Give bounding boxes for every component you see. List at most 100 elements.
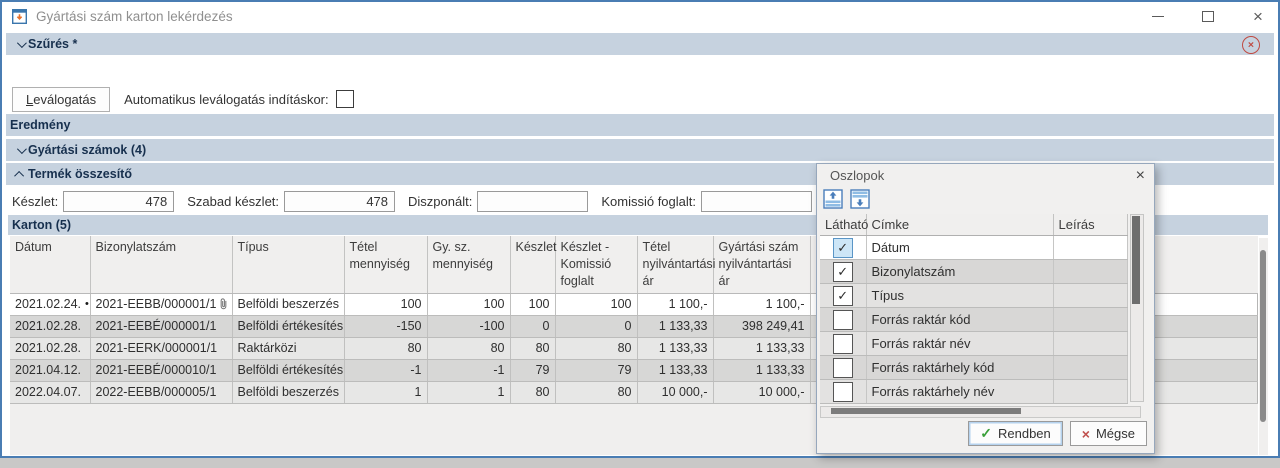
commission-input[interactable] xyxy=(701,191,812,212)
result-section-header[interactable]: Eredmény xyxy=(6,114,1274,136)
stock-cell[interactable]: 100 xyxy=(510,293,555,315)
description-cell[interactable] xyxy=(1053,236,1127,260)
columns-list-row[interactable]: ✓Dátum xyxy=(820,236,1127,260)
checkbox-unchecked-icon[interactable] xyxy=(833,382,853,402)
serial-book-price-cell[interactable]: 1 133,33 xyxy=(713,359,810,381)
caption-cell[interactable]: Forrás raktárhely kód xyxy=(866,356,1053,380)
type-cell[interactable]: Belföldi értékesítés xyxy=(232,315,344,337)
item-book-price-cell[interactable]: 1 133,33 xyxy=(637,359,713,381)
columns-list-vertical-scrollbar[interactable] xyxy=(1130,214,1144,402)
stock-minus-commission-cell[interactable]: 0 xyxy=(555,315,637,337)
stock-minus-commission-cell[interactable]: 79 xyxy=(555,359,637,381)
clear-filter-button[interactable]: × xyxy=(1242,36,1260,54)
columns-list-row[interactable]: ✓ Típus xyxy=(820,284,1127,308)
columns-list-row[interactable]: Forrás raktár név xyxy=(820,332,1127,356)
checkbox-checked-icon[interactable]: ✓ xyxy=(833,286,853,306)
stock-input[interactable] xyxy=(63,191,174,212)
column-header[interactable]: Gyártási szám nyilvántartási ár xyxy=(713,236,810,293)
document-number-cell[interactable]: 2021-EEBÉ/000001/1 xyxy=(90,315,232,337)
document-number-cell[interactable]: 2021-EEBÉ/000010/1 xyxy=(90,359,232,381)
ellipsis-icon[interactable]: ••• xyxy=(85,298,90,310)
serial-qty-cell[interactable]: -100 xyxy=(427,315,510,337)
caption-cell[interactable]: Forrás raktárhely név xyxy=(866,380,1053,404)
columns-list-row[interactable]: Forrás raktárhely kód xyxy=(820,356,1127,380)
column-header[interactable]: Készlet - Komissió foglalt xyxy=(555,236,637,293)
item-qty-cell[interactable]: 100 xyxy=(344,293,427,315)
stock-cell[interactable]: 80 xyxy=(510,381,555,403)
description-cell[interactable] xyxy=(1053,332,1127,356)
caption-column-header[interactable]: Címke xyxy=(866,214,1053,236)
serial-book-price-cell[interactable]: 10 000,- xyxy=(713,381,810,403)
serial-qty-cell[interactable]: -1 xyxy=(427,359,510,381)
move-column-down-icon[interactable] xyxy=(849,188,871,210)
column-header[interactable]: Készlet xyxy=(510,236,555,293)
item-book-price-cell[interactable]: 1 100,- xyxy=(637,293,713,315)
item-book-price-cell[interactable]: 1 133,33 xyxy=(637,337,713,359)
columns-list-row[interactable]: Forrás raktár kód xyxy=(820,308,1127,332)
column-header[interactable]: Dátum xyxy=(10,236,90,293)
visible-column-header[interactable]: Látható xyxy=(820,214,866,236)
item-book-price-cell[interactable]: 10 000,- xyxy=(637,381,713,403)
stock-minus-commission-cell[interactable]: 100 xyxy=(555,293,637,315)
visible-cell[interactable]: ✓ xyxy=(820,284,866,308)
serial-book-price-cell[interactable]: 398 249,41 xyxy=(713,315,810,337)
description-cell[interactable] xyxy=(1053,260,1127,284)
paperclip-icon[interactable] xyxy=(216,297,228,311)
auto-select-checkbox[interactable] xyxy=(336,90,354,108)
date-cell[interactable]: 2022.04.07. xyxy=(10,381,90,403)
checkbox-checked-icon[interactable]: ✓ xyxy=(833,262,853,282)
stock-cell[interactable]: 79 xyxy=(510,359,555,381)
visible-cell[interactable]: ✓ xyxy=(820,260,866,284)
serial-book-price-cell[interactable]: 1 133,33 xyxy=(713,337,810,359)
visible-cell[interactable]: ✓ xyxy=(820,236,866,260)
serial-qty-cell[interactable]: 80 xyxy=(427,337,510,359)
document-number-cell[interactable]: 2022-EEBB/000005/1 xyxy=(90,381,232,403)
type-cell[interactable]: Raktárközi xyxy=(232,337,344,359)
move-column-up-icon[interactable] xyxy=(822,188,844,210)
caption-cell[interactable]: Forrás raktár név xyxy=(866,332,1053,356)
checkbox-unchecked-icon[interactable] xyxy=(833,358,853,378)
maximize-button[interactable] xyxy=(1198,6,1218,28)
columns-list-horizontal-scrollbar[interactable] xyxy=(820,406,1141,418)
type-cell[interactable]: Belföldi beszerzés xyxy=(232,381,344,403)
cancel-button[interactable]: × Mégse xyxy=(1070,421,1147,446)
filter-section-header[interactable]: Szűrés * × xyxy=(6,33,1274,55)
stock-minus-commission-cell[interactable]: 80 xyxy=(555,337,637,359)
item-qty-cell[interactable]: 80 xyxy=(344,337,427,359)
description-cell[interactable] xyxy=(1053,308,1127,332)
column-header[interactable]: Bizonylatszám xyxy=(90,236,232,293)
document-number-cell[interactable]: 2021-EERK/000001/1 xyxy=(90,337,232,359)
type-cell[interactable]: Belföldi beszerzés xyxy=(232,293,344,315)
column-header[interactable]: Gy. sz. mennyiség xyxy=(427,236,510,293)
columns-list-row[interactable]: Forrás raktárhely név xyxy=(820,380,1127,404)
visible-cell[interactable] xyxy=(820,308,866,332)
checkbox-unchecked-icon[interactable] xyxy=(833,310,853,330)
date-cell[interactable]: 2021.02.24.••• xyxy=(10,293,90,315)
item-qty-cell[interactable]: -150 xyxy=(344,315,427,337)
checkbox-checked-icon[interactable]: ✓ xyxy=(833,238,853,258)
serial-qty-cell[interactable]: 100 xyxy=(427,293,510,315)
serials-section-header[interactable]: Gyártási számok (4) xyxy=(6,139,1274,161)
levalogatas-button[interactable]: Leválogatás xyxy=(12,87,110,112)
columns-dialog-close-button[interactable]: × xyxy=(1136,166,1145,185)
caption-cell[interactable]: Típus xyxy=(866,284,1053,308)
column-header[interactable]: Tétel nyilvántartási ár xyxy=(637,236,713,293)
disposed-input[interactable] xyxy=(477,191,588,212)
date-cell[interactable]: 2021.02.28. xyxy=(10,315,90,337)
date-cell[interactable]: 2021.04.12. xyxy=(10,359,90,381)
column-header[interactable]: Típus xyxy=(232,236,344,293)
item-qty-cell[interactable]: 1 xyxy=(344,381,427,403)
visible-cell[interactable] xyxy=(820,380,866,404)
column-header[interactable]: Tétel mennyiség xyxy=(344,236,427,293)
description-cell[interactable] xyxy=(1053,284,1127,308)
close-button[interactable]: × xyxy=(1248,6,1268,28)
visible-cell[interactable] xyxy=(820,332,866,356)
free-stock-input[interactable] xyxy=(284,191,395,212)
stock-cell[interactable]: 80 xyxy=(510,337,555,359)
serial-book-price-cell[interactable]: 1 100,- xyxy=(713,293,810,315)
item-book-price-cell[interactable]: 1 133,33 xyxy=(637,315,713,337)
description-cell[interactable] xyxy=(1053,356,1127,380)
stock-minus-commission-cell[interactable]: 80 xyxy=(555,381,637,403)
table-vertical-scrollbar[interactable] xyxy=(1259,238,1268,455)
date-cell[interactable]: 2021.02.28. xyxy=(10,337,90,359)
